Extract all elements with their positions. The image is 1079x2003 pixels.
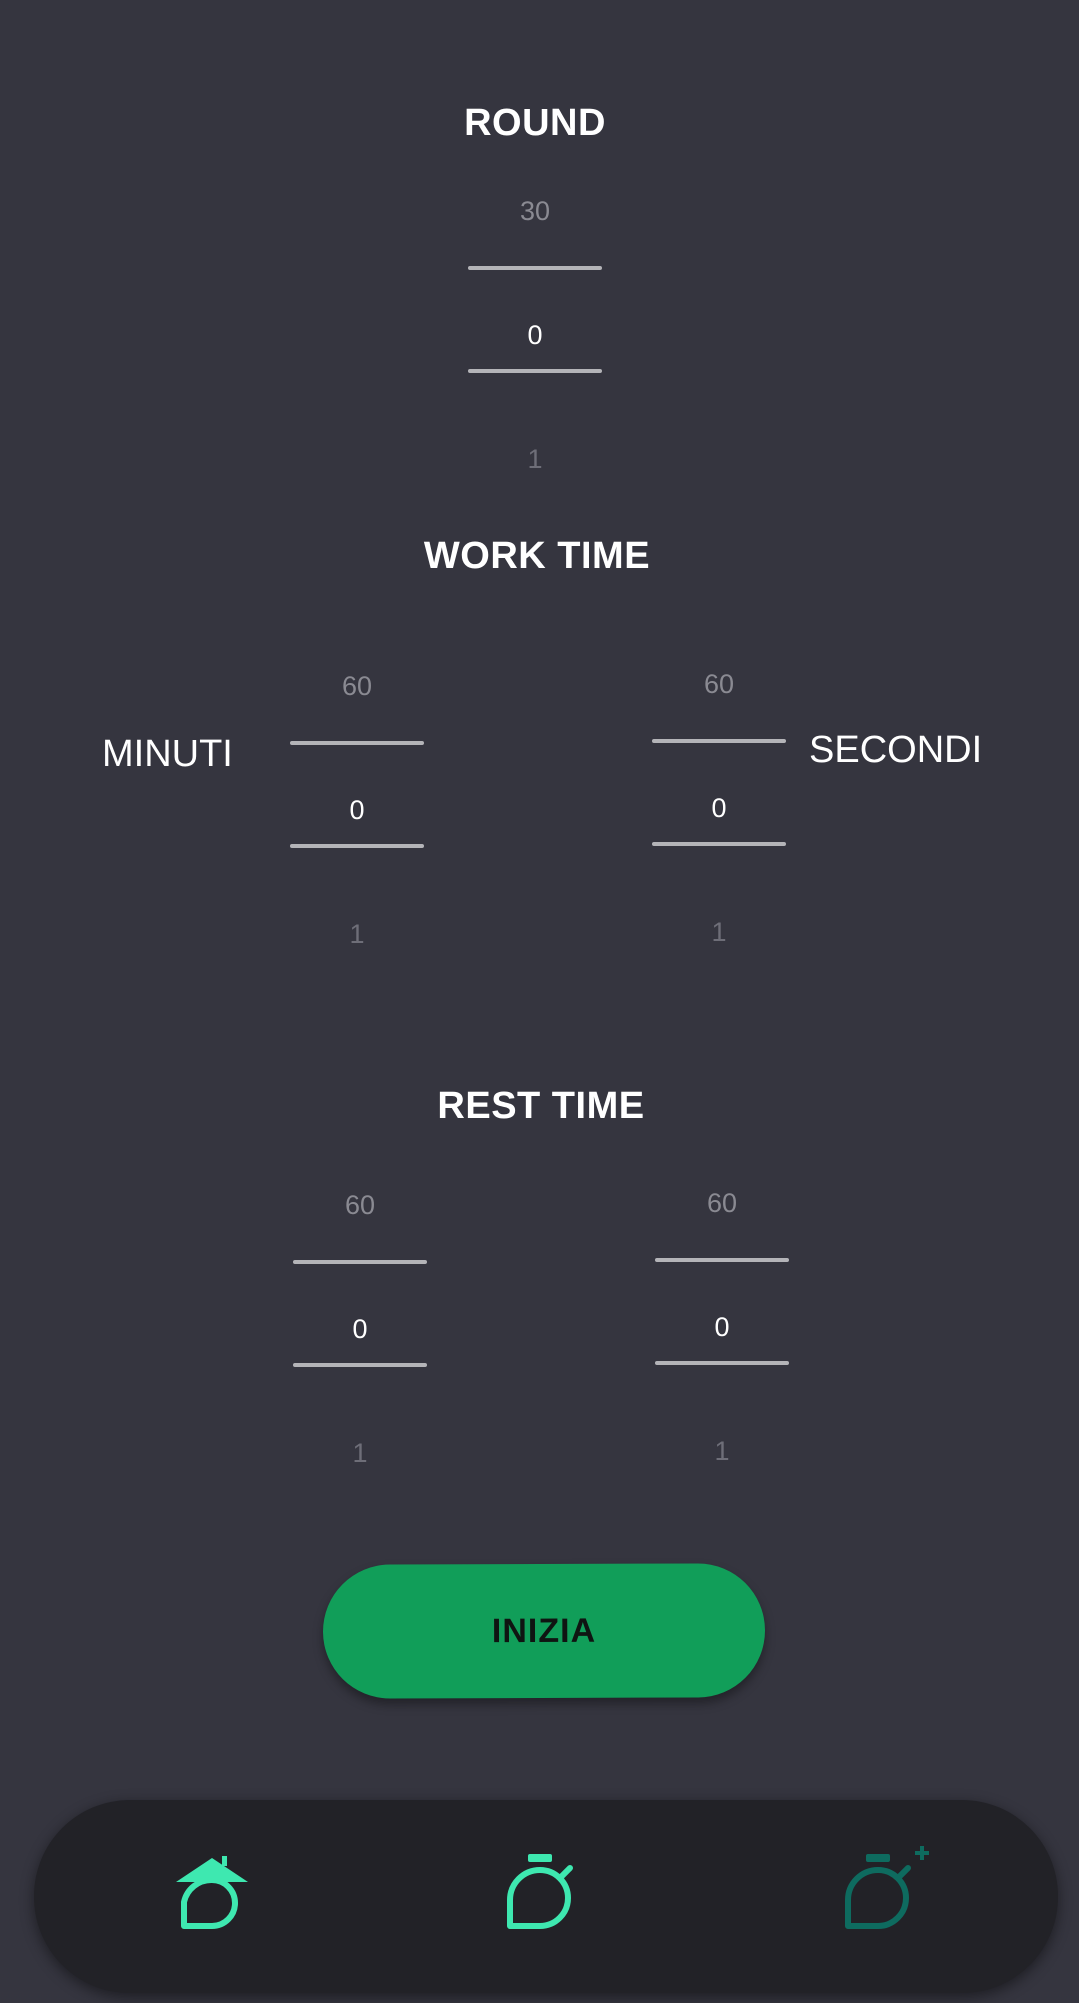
picker-divider <box>290 844 424 848</box>
rest-time-title: REST TIME <box>437 1085 645 1127</box>
picker-divider <box>468 369 602 373</box>
work-seconds-prev-value[interactable]: 60 <box>652 669 786 700</box>
stopwatch-icon <box>507 1854 573 1929</box>
rest-minutes-picker[interactable]: 60 0 1 <box>293 1190 427 1490</box>
stopwatch-add-icon <box>845 1846 929 1929</box>
picker-divider <box>293 1363 427 1367</box>
rest-seconds-picker[interactable]: 60 0 1 <box>655 1188 789 1488</box>
rest-seconds-next-value[interactable]: 1 <box>655 1436 789 1467</box>
minutes-label: MINUTI <box>102 733 233 775</box>
work-seconds-next-value[interactable]: 1 <box>652 917 786 948</box>
home-timer-icon <box>176 1856 248 1929</box>
work-seconds-selected-value[interactable]: 0 <box>652 793 786 824</box>
round-title: ROUND <box>464 102 606 144</box>
round-picker-prev-value[interactable]: 30 <box>468 196 602 227</box>
work-time-title: WORK TIME <box>423 535 651 577</box>
nav-item-add-timer[interactable] <box>834 1846 934 1946</box>
nav-item-timer[interactable] <box>496 1846 596 1946</box>
rest-minutes-next-value[interactable]: 1 <box>293 1438 427 1469</box>
rest-minutes-prev-value[interactable]: 60 <box>293 1190 427 1221</box>
timer-setup-screen: ROUND 30 0 1 WORK TIME MINUTI SECONDI 60… <box>0 0 1079 2003</box>
work-seconds-picker[interactable]: 60 0 1 <box>652 669 786 969</box>
round-picker-selected-value[interactable]: 0 <box>468 320 602 351</box>
picker-divider <box>468 266 602 270</box>
work-minutes-prev-value[interactable]: 60 <box>290 671 424 702</box>
rest-seconds-selected-value[interactable]: 0 <box>655 1312 789 1343</box>
picker-divider <box>652 739 786 743</box>
picker-divider <box>655 1361 789 1365</box>
work-minutes-picker[interactable]: 60 0 1 <box>290 671 424 971</box>
start-button[interactable]: INIZIA <box>322 1563 766 1699</box>
bottom-navigation-bar <box>34 1800 1058 1993</box>
work-minutes-selected-value[interactable]: 0 <box>290 795 424 826</box>
picker-divider <box>290 741 424 745</box>
rest-seconds-prev-value[interactable]: 60 <box>655 1188 789 1219</box>
picker-divider <box>293 1260 427 1264</box>
picker-divider <box>652 842 786 846</box>
rest-minutes-selected-value[interactable]: 0 <box>293 1314 427 1345</box>
picker-divider <box>655 1258 789 1262</box>
seconds-label: SECONDI <box>809 729 983 771</box>
work-minutes-next-value[interactable]: 1 <box>290 919 424 950</box>
round-picker-next-value[interactable]: 1 <box>468 444 602 475</box>
nav-item-home[interactable] <box>170 1846 270 1946</box>
round-picker[interactable]: 30 0 1 <box>468 196 602 496</box>
